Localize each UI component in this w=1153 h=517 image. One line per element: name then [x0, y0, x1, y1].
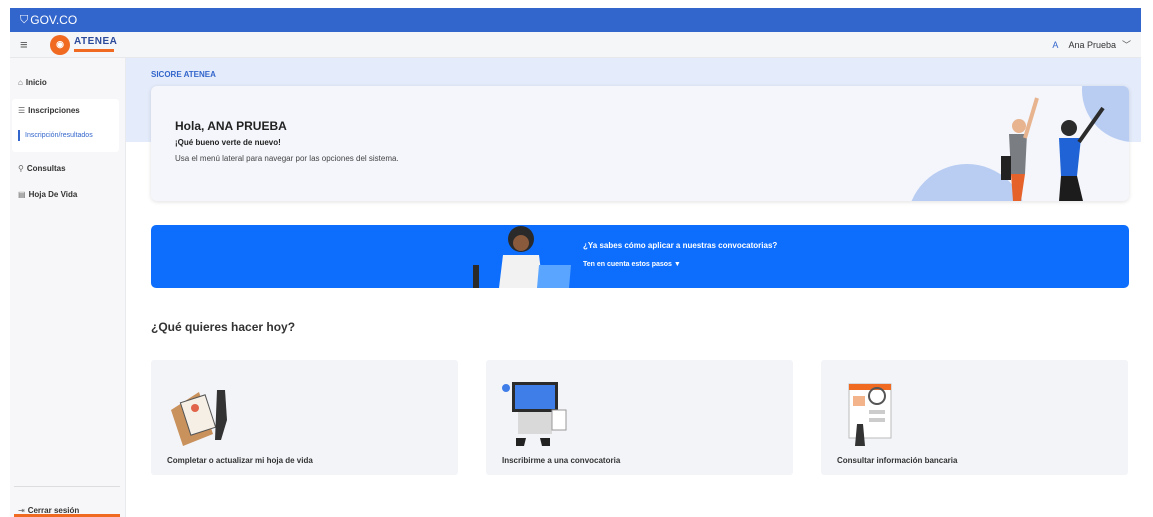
card-label: Inscribirme a una convocatoria [502, 456, 621, 465]
report-line [869, 410, 885, 414]
card-label: Completar o actualizar mi hoja de vida [167, 456, 313, 465]
menu-icon[interactable]: ≡ [20, 37, 36, 52]
sidebar-divider [14, 486, 120, 487]
user-name: Ana Prueba [1068, 39, 1116, 50]
top-bar: ≡ ◉ ATENEA A Ana Prueba ﹀ [10, 32, 1141, 58]
main-content: SICORE ATENEA Hola, ANA PRUEBA ¡Qué buen… [126, 58, 1141, 517]
welcome-card: Hola, ANA PRUEBA ¡Qué bueno verte de nue… [151, 86, 1129, 201]
person-head [1012, 119, 1026, 133]
sidebar-subitem-inscripcion-resultados[interactable]: Inscripción/resultados [18, 130, 93, 141]
banner-steps-toggle[interactable]: Ten en cuenta estos pasos ▼ [583, 261, 681, 268]
sidebar: ⌂ Inicio ☰ Inscripciones Inscripción/res… [10, 58, 126, 517]
hands [516, 438, 550, 446]
chevron-down-icon: ﹀ [1121, 40, 1131, 50]
sidebar-item-hoja-de-vida[interactable]: ▤ Hoja De Vida [10, 190, 126, 199]
decor-circle-top [1082, 86, 1129, 142]
brand-name: ATENEA [74, 36, 118, 47]
person-arm-raised [1023, 97, 1039, 139]
report-block [853, 396, 865, 406]
cv-photo [191, 404, 199, 412]
gov-seal-icon: ⛉ [20, 13, 29, 26]
app-frame: ⛉ GOV.CO ≡ ◉ ATENEA A Ana Prueba ﹀ ⌂ Ini… [0, 0, 1153, 517]
laptop-display [515, 385, 555, 409]
welcome-illustration [911, 86, 1129, 201]
bank-info-illustration [848, 383, 892, 446]
welcome-description: Usa el menú lateral para navegar por las… [175, 154, 399, 163]
section-title: ¿Qué quieres hacer hoy? [151, 320, 296, 334]
report-header [849, 384, 891, 390]
person2-legs [1059, 176, 1083, 201]
person2-torso [1059, 138, 1081, 176]
logo-bar [74, 49, 114, 52]
sidebar-item-label: Consultas [26, 164, 66, 173]
sidebar-item-label: Inicio [25, 78, 47, 87]
keyboard [518, 412, 552, 434]
list-icon: ☰ [18, 106, 26, 115]
sidebar-item-inscripciones[interactable]: ☰ Inscripciones [10, 106, 126, 115]
banner-title: ¿Ya sabes cómo aplicar a nuestras convoc… [583, 241, 778, 250]
card-label: Consultar información bancaria [837, 456, 958, 465]
report-line [869, 418, 885, 422]
search-icon: ⚲ [18, 164, 24, 173]
card-informacion-bancaria[interactable]: Consultar información bancaria [821, 360, 1128, 475]
home-icon: ⌂ [18, 78, 23, 87]
user-menu[interactable]: A Ana Prueba ﹀ [1048, 38, 1131, 52]
chair [473, 265, 479, 288]
system-title: SICORE ATENEA [151, 70, 216, 79]
banner-illustration [473, 226, 571, 288]
person-figure [215, 390, 227, 440]
woman-face [513, 235, 529, 251]
person-torso [1009, 134, 1027, 174]
person2-head [1061, 120, 1077, 136]
laptop-illustration [502, 382, 567, 446]
laptop [537, 265, 571, 288]
atenea-logo[interactable]: ATENEA [74, 37, 117, 52]
person-bag [1001, 156, 1011, 180]
gov-bar: ⛉ GOV.CO [10, 8, 1141, 32]
woman-shirt [499, 255, 543, 288]
gov-logo[interactable]: GOV.CO [30, 13, 77, 27]
cv-illustration [171, 390, 227, 446]
steps-banner[interactable]: ¿Ya sabes cómo aplicar a nuestras convoc… [151, 225, 1129, 288]
gear [502, 384, 510, 392]
sidebar-item-consultas[interactable]: ⚲ Consultas [10, 164, 126, 173]
welcome-subtitle: ¡Qué bueno verte de nuevo! [175, 138, 281, 147]
card-hoja-de-vida[interactable]: Completar o actualizar mi hoja de vida [151, 360, 458, 475]
id-card-icon: ▤ [18, 190, 26, 199]
person-legs [1011, 174, 1025, 201]
card-convocatoria[interactable]: Inscribirme a una convocatoria [486, 360, 793, 475]
user-avatar: A [1052, 39, 1059, 50]
sidebar-item-inicio[interactable]: ⌂ Inicio [10, 78, 126, 87]
sidebar-item-label: Hoja De Vida [28, 190, 78, 199]
sidebar-item-label: Inscripciones [28, 106, 80, 115]
welcome-greeting: Hola, ANA PRUEBA [175, 119, 287, 133]
paper [551, 409, 567, 431]
atenea-logo-icon: ◉ [50, 34, 70, 55]
